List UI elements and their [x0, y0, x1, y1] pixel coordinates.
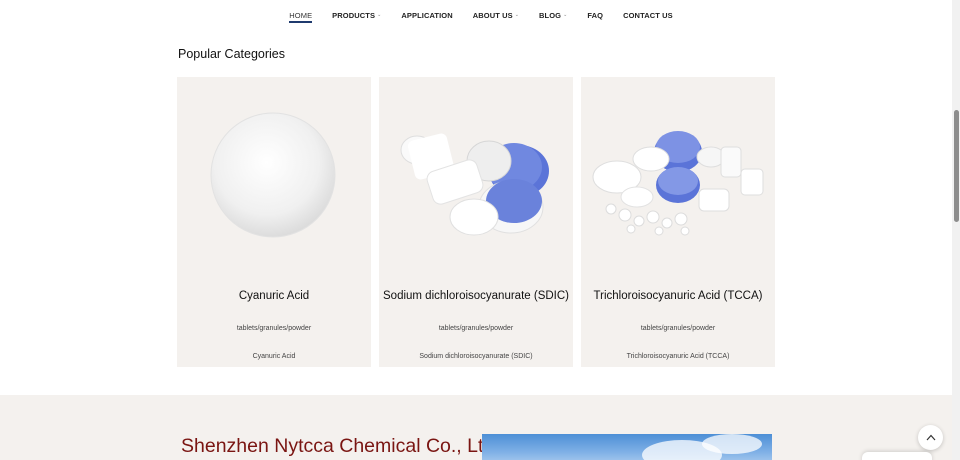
nav-item-application[interactable]: APPLICATION	[401, 11, 452, 20]
category-card-tcca[interactable]: Trichloroisocyanuric Acid (TCCA) tablets…	[581, 77, 775, 367]
chevron-down-icon: ⌄	[514, 12, 520, 18]
tablets-image	[400, 133, 549, 236]
card-title[interactable]: Trichloroisocyanuric Acid (TCCA)	[581, 290, 775, 302]
company-photo	[482, 434, 772, 460]
card-title[interactable]: Sodium dichloroisocyanurate (SDIC)	[379, 290, 573, 302]
card-description: tablets/granules/powder	[438, 325, 514, 332]
powder-pile-image	[210, 112, 336, 238]
section-title: Popular Categories	[178, 47, 286, 61]
company-name: Shenzhen Nytcca Chemical Co., Ltd	[181, 435, 495, 457]
assorted-tablets-image	[592, 131, 764, 236]
product-image	[177, 77, 371, 277]
chat-widget[interactable]	[862, 452, 932, 460]
card-link[interactable]: Trichloroisocyanuric Acid (TCCA)	[581, 353, 775, 360]
nav-list: HOME PRODUCTS ⌄ APPLICATION ABOUT US ⌄ B…	[279, 10, 682, 23]
card-link[interactable]: Cyanuric Acid	[177, 353, 371, 360]
nav-item-home[interactable]: HOME	[289, 10, 313, 23]
nav-item-blog[interactable]: BLOG ⌄	[539, 11, 567, 20]
nav-label: BLOG	[539, 10, 562, 20]
product-image	[581, 77, 775, 277]
category-card-cyanuric-acid[interactable]: Cyanuric Acid tablets/granules/powder Cy…	[177, 77, 371, 367]
scrollbar[interactable]	[952, 0, 960, 460]
product-image	[379, 77, 573, 277]
main-nav: HOME PRODUCTS ⌄ APPLICATION ABOUT US ⌄ B…	[0, 0, 952, 30]
back-to-top-button[interactable]	[918, 425, 943, 450]
company-section: Shenzhen Nytcca Chemical Co., Ltd	[0, 395, 952, 460]
nav-label: ABOUT US	[472, 10, 513, 20]
chevron-down-icon: ⌄	[377, 12, 382, 18]
card-link[interactable]: Sodium dichloroisocyanurate (SDIC)	[379, 353, 573, 360]
card-description: tablets/granules/powder	[640, 325, 716, 332]
nav-item-contact-us[interactable]: CONTACT US	[623, 11, 673, 20]
card-description: tablets/granules/powder	[236, 325, 312, 332]
nav-label: CONTACT US	[623, 10, 673, 20]
nav-label: APPLICATION	[401, 10, 453, 20]
nav-label: FAQ	[587, 10, 604, 20]
nav-label: HOME	[289, 10, 313, 20]
nav-item-about-us[interactable]: ABOUT US ⌄	[473, 11, 519, 20]
nav-item-faq[interactable]: FAQ	[587, 11, 603, 20]
chevron-up-icon	[926, 434, 935, 441]
card-title[interactable]: Cyanuric Acid	[177, 290, 371, 302]
category-cards: Cyanuric Acid tablets/granules/powder Cy…	[177, 77, 775, 367]
nav-label: PRODUCTS	[332, 10, 376, 20]
chevron-down-icon: ⌄	[563, 12, 568, 18]
category-card-sdic[interactable]: Sodium dichloroisocyanurate (SDIC) table…	[379, 77, 573, 367]
nav-item-products[interactable]: PRODUCTS ⌄	[332, 11, 381, 20]
scrollbar-thumb[interactable]	[954, 110, 959, 222]
